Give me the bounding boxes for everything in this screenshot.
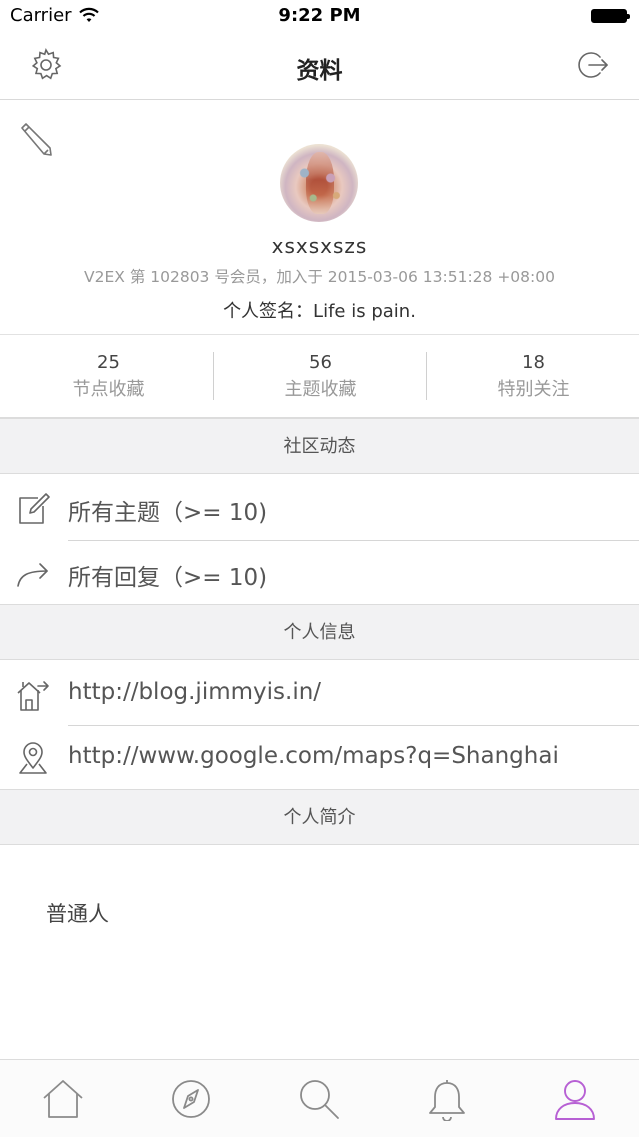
- location-pin-icon: [19, 742, 47, 774]
- stat-topic-favorites[interactable]: 56 主题收藏: [214, 335, 427, 417]
- search-icon[interactable]: [297, 1077, 341, 1121]
- tab-bar: [0, 1059, 639, 1137]
- stats-bar: 25 节点收藏 56 主题收藏 18 特别关注: [0, 335, 639, 418]
- all-topics-row[interactable]: 所有主题（>= 10): [0, 476, 639, 540]
- location-row[interactable]: http://www.google.com/maps?q=Shanghai: [0, 726, 639, 790]
- stat-label: 特别关注: [497, 379, 570, 400]
- stat-label: 主题收藏: [284, 379, 357, 400]
- logout-icon[interactable]: [574, 47, 610, 83]
- row-label: 所有回复（>= 10): [68, 565, 268, 591]
- reply-arrow-icon: [17, 563, 48, 587]
- stat-count: 25: [97, 352, 120, 373]
- clock: 9:22 PM: [278, 5, 361, 26]
- member-info: V2EX 第 102803 号会员，加入于 2015-03-06 13:51:2…: [84, 268, 555, 286]
- home-link-icon: [17, 681, 49, 711]
- home-icon[interactable]: [41, 1077, 85, 1121]
- profile-card: xsxsxszs V2EX 第 102803 号会员，加入于 2015-03-0…: [0, 100, 639, 335]
- compass-icon[interactable]: [169, 1077, 213, 1121]
- section-header-personal-info: 个人信息: [0, 604, 639, 660]
- blog-link-row[interactable]: http://blog.jimmyis.in/: [0, 662, 639, 726]
- battery-icon: [591, 9, 630, 23]
- avatar[interactable]: [280, 144, 358, 222]
- stat-node-favorites[interactable]: 25 节点收藏: [2, 335, 215, 417]
- profile-icon[interactable]: [553, 1077, 597, 1121]
- nav-bar: 资料: [0, 34, 639, 100]
- bio-text: 普通人: [46, 902, 109, 926]
- all-replies-row[interactable]: 所有回复（>= 10): [0, 541, 639, 605]
- row-label: http://blog.jimmyis.in/: [68, 679, 322, 705]
- row-label: 所有主题（>= 10): [68, 500, 268, 526]
- pencil-edit-icon[interactable]: [17, 122, 53, 158]
- status-bar: Carrier 9:22 PM: [0, 0, 639, 34]
- username: xsxsxszs: [271, 234, 368, 258]
- section-header-bio: 个人简介: [0, 789, 639, 845]
- stat-label: 节点收藏: [72, 379, 145, 400]
- stat-count: 56: [309, 352, 332, 373]
- stat-count: 18: [522, 352, 545, 373]
- signature: 个人签名：Life is pain.: [223, 301, 416, 322]
- section-header-community: 社区动态: [0, 418, 639, 474]
- page-title: 资料: [296, 58, 343, 84]
- compose-icon: [19, 493, 50, 524]
- row-label: http://www.google.com/maps?q=Shanghai: [68, 743, 559, 769]
- stat-following[interactable]: 18 特别关注: [427, 335, 639, 417]
- bell-icon[interactable]: [425, 1077, 469, 1121]
